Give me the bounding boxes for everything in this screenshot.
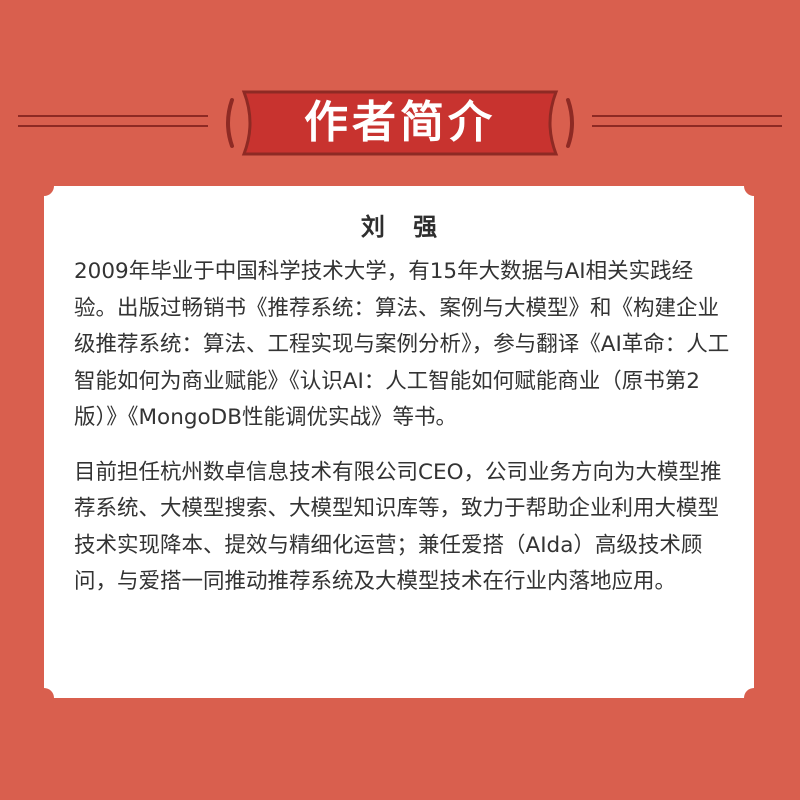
page-title: 作者简介 [304, 97, 496, 148]
bio-paragraph-career: 目前担任杭州数卓信息技术有限公司CEO，公司业务方向为大模型推荐系统、大模型搜索… [74, 459, 722, 595]
bio-paragraph-education: 2009年毕业于中国科学技术大学，有15年大数据与AI相关实践经验。出版过畅销书… [74, 259, 730, 430]
author-name: 刘 强 [360, 213, 448, 241]
title-decoration-right [592, 112, 782, 132]
title-decoration-left [18, 112, 208, 132]
title-banner: 作者简介 [222, 90, 578, 156]
author-card: 刘 强 2009年毕业于中国科学技术大学，有15年大数据与AI相关实践经验。出版… [44, 186, 754, 698]
